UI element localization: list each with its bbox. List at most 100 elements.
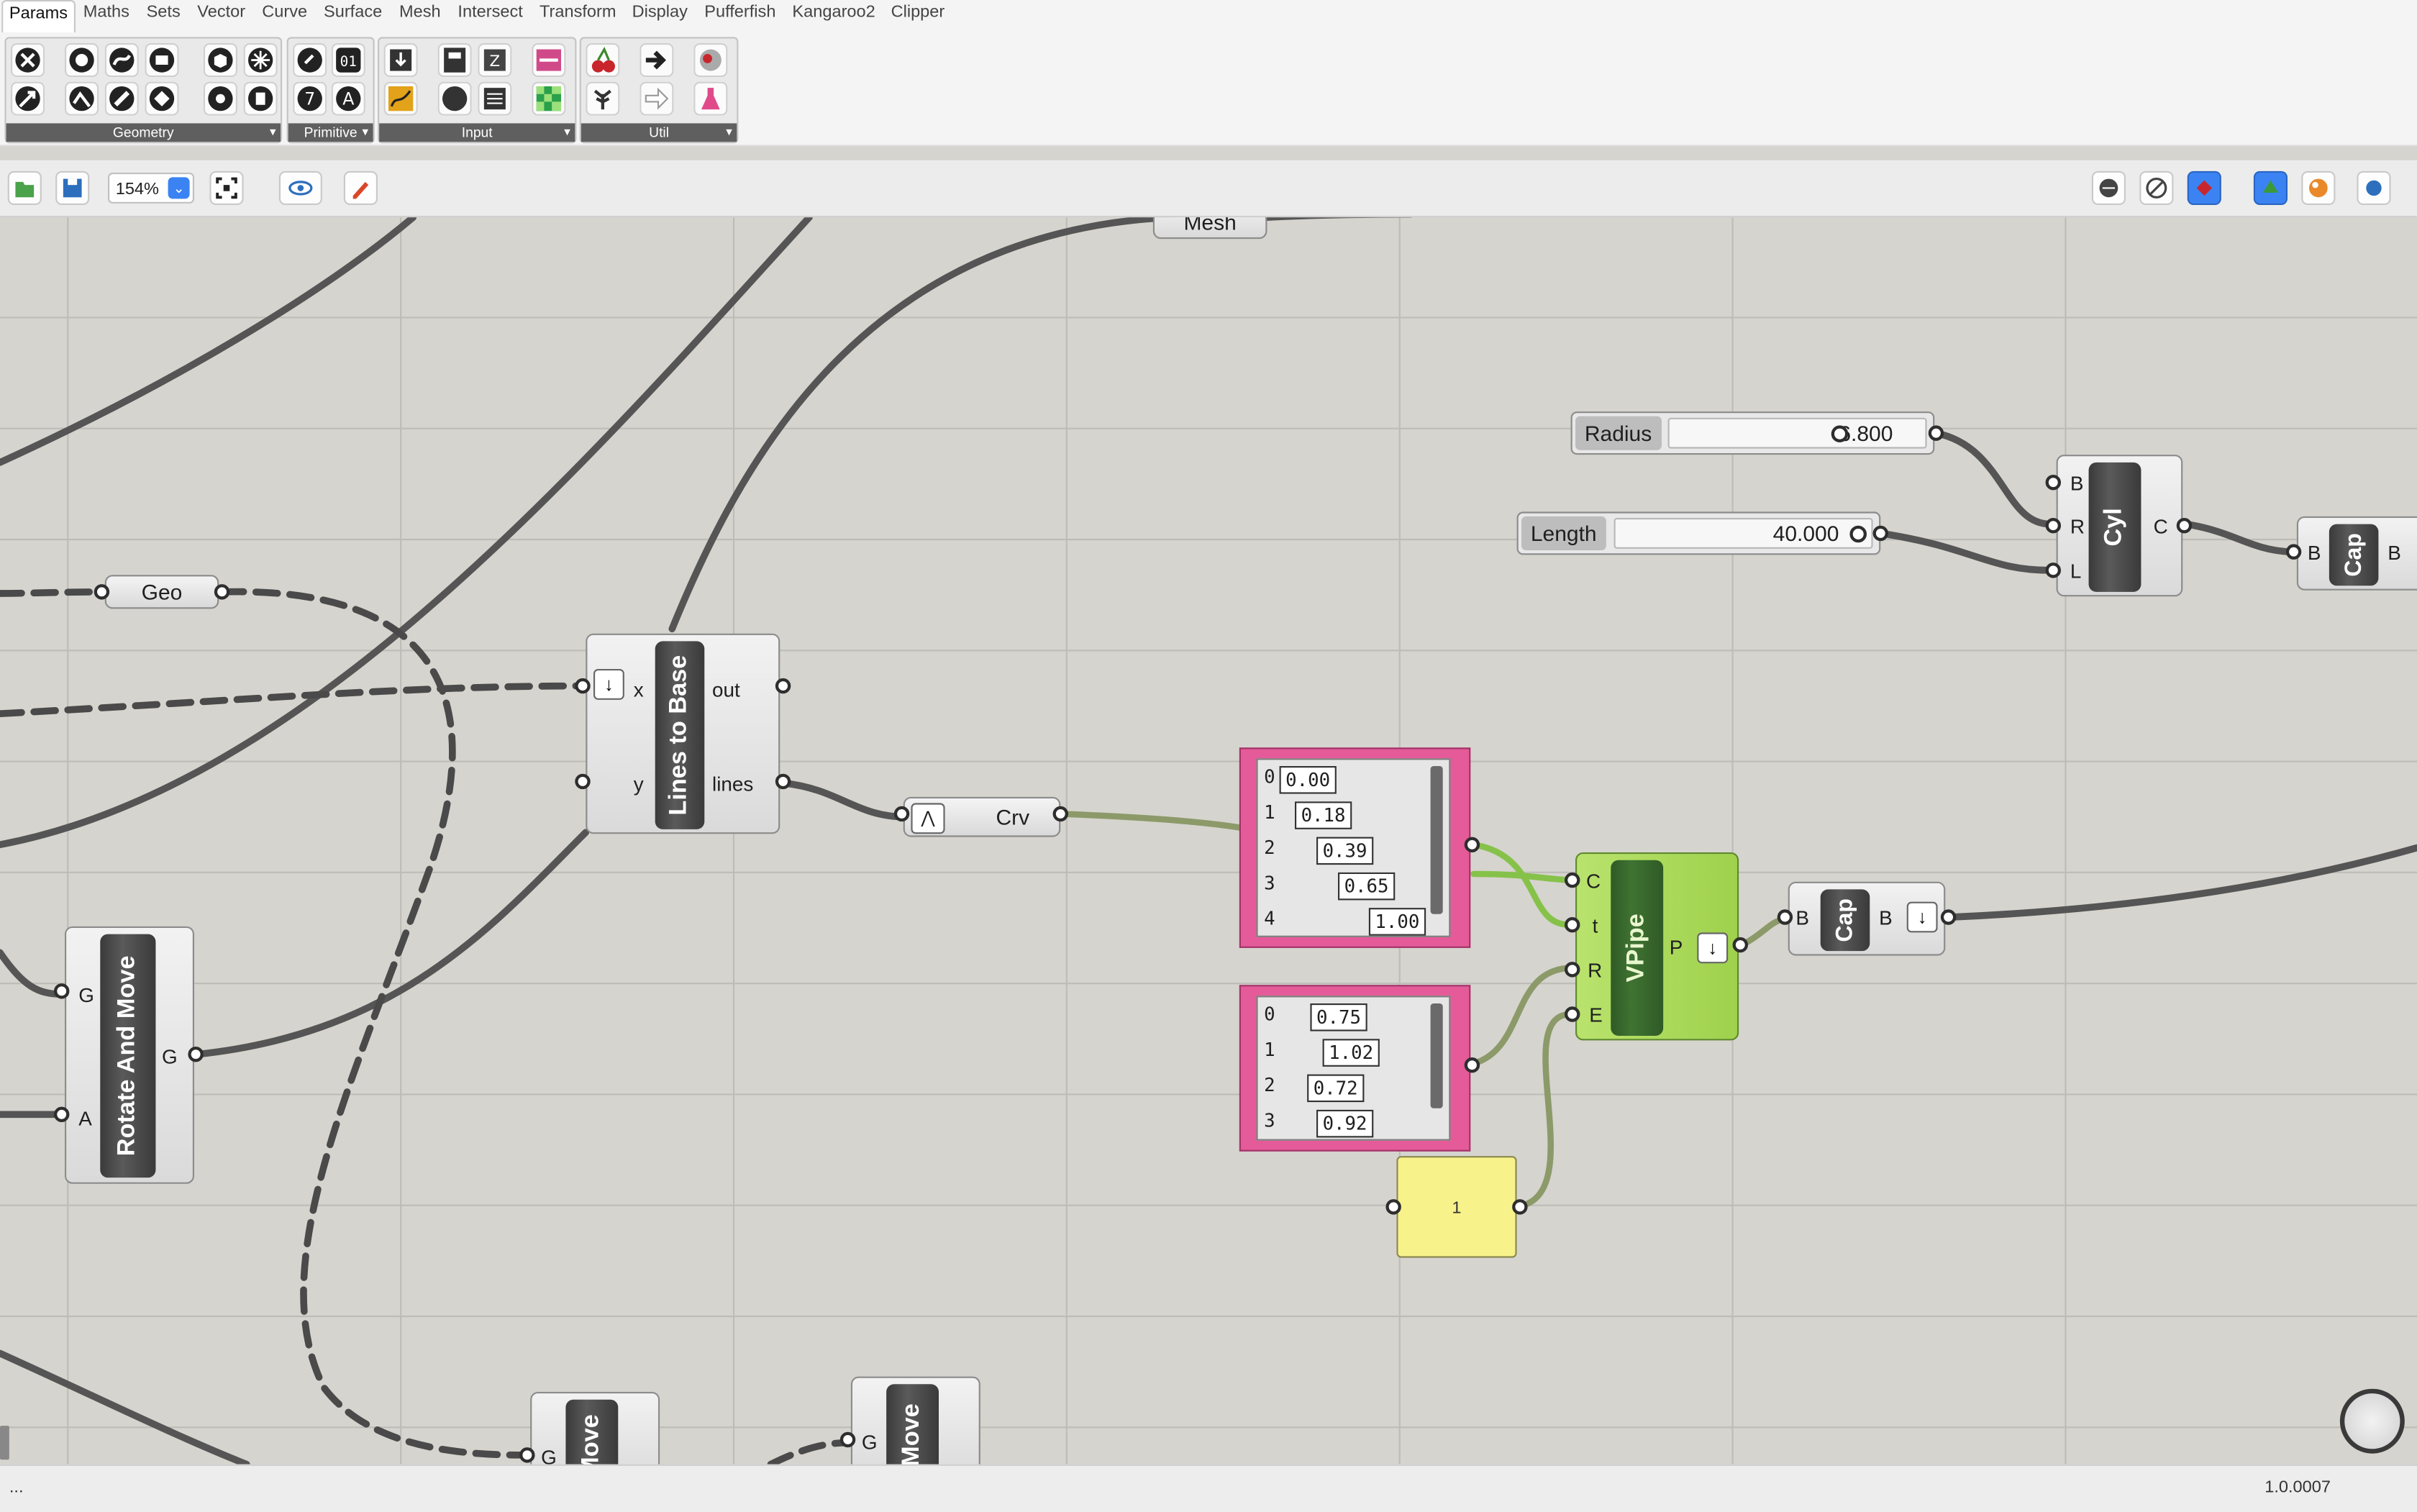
geometry-panel-label[interactable]: Geometry ▾	[6, 123, 281, 142]
brep-param-icon[interactable]	[104, 81, 139, 116]
tab-clipper[interactable]: Clipper	[891, 3, 945, 22]
input-panel-label[interactable]: Input ▾	[379, 123, 575, 142]
r-panel-output-grip[interactable]	[1464, 1057, 1480, 1073]
length-output-grip[interactable]	[1872, 525, 1888, 542]
tab-intersect[interactable]: Intersect	[458, 3, 522, 22]
arrow-down-icon[interactable]: ↓	[1697, 932, 1729, 964]
t-panel-output-grip[interactable]	[1464, 837, 1480, 852]
boolean-param-icon[interactable]	[293, 43, 327, 78]
arrow-down-icon[interactable]: ↓	[1906, 901, 1938, 933]
input-l[interactable]: L	[2070, 560, 2082, 583]
tab-vector[interactable]: Vector	[197, 3, 245, 22]
vpipe-c-grip[interactable]	[1565, 872, 1580, 888]
input-y[interactable]: y	[634, 773, 644, 796]
sketch-pen-icon[interactable]	[343, 170, 378, 205]
no-geometry-icon[interactable]	[11, 43, 45, 78]
r-panel-scrollbar[interactable]	[1430, 1003, 1443, 1108]
input-t[interactable]: t	[1593, 914, 1598, 937]
group-param-icon[interactable]	[243, 81, 278, 116]
input-e[interactable]: E	[1589, 1003, 1603, 1026]
circle-param-icon[interactable]	[65, 43, 99, 78]
zoom-select[interactable]: 154% ⌄	[108, 173, 194, 204]
crv-output-grip[interactable]	[1052, 806, 1068, 822]
lines-to-base-out-grip[interactable]	[775, 678, 791, 694]
vpipe-component[interactable]: C t R E VPipe P ↓	[1575, 852, 1739, 1041]
toggle-input-icon[interactable]: Z	[478, 43, 512, 78]
tab-display[interactable]: Display	[632, 3, 688, 22]
cyl-b-grip[interactable]	[2045, 475, 2061, 491]
util-panel-label[interactable]: Util ▾	[581, 123, 737, 142]
fitness-icon[interactable]	[693, 43, 728, 78]
length-slider-grip[interactable]	[1849, 525, 1867, 543]
field-param-icon[interactable]	[203, 81, 237, 116]
open-file-icon[interactable]	[7, 170, 42, 205]
rotate-move-a-grip[interactable]	[54, 1106, 70, 1122]
graph-mapper-icon[interactable]	[383, 81, 418, 116]
move1-g-grip[interactable]	[519, 1447, 535, 1463]
slider-input-icon[interactable]	[532, 43, 566, 78]
lines-to-base-component[interactable]: ↓ x y Lines to Base out lines	[586, 633, 780, 834]
cap-component-top[interactable]: B Cap B	[2296, 516, 2417, 591]
input-x[interactable]: x	[634, 678, 644, 701]
input-g[interactable]: G	[541, 1446, 557, 1465]
vpipe-p-grip[interactable]	[1732, 937, 1748, 953]
output-b[interactable]: B	[2388, 541, 2401, 564]
primitive-panel-label[interactable]: Primitive ▾	[288, 123, 373, 142]
tab-pufferfish[interactable]: Pufferfish	[704, 3, 775, 22]
number-panel[interactable]: 1	[1396, 1156, 1517, 1258]
panel-input-icon[interactable]	[437, 43, 472, 78]
lines-to-base-x-grip[interactable]	[575, 678, 591, 694]
preview-mesh-icon[interactable]	[2253, 170, 2288, 205]
preview-shaded-icon[interactable]	[2139, 170, 2174, 205]
text-param-icon[interactable]: A	[331, 81, 365, 116]
move-component-2[interactable]: G Move	[850, 1376, 980, 1465]
radius-slider-grip[interactable]	[1831, 425, 1849, 442]
preview-selected-icon[interactable]	[2187, 170, 2221, 205]
input-b[interactable]: B	[2308, 541, 2321, 564]
geo-output-grip[interactable]	[214, 584, 230, 600]
arrow-right-outline-icon[interactable]	[639, 81, 674, 116]
number-input-grip[interactable]	[1385, 1199, 1401, 1215]
cap-mid-b-out-grip[interactable]	[1940, 909, 1957, 925]
vector-param-icon[interactable]	[11, 81, 45, 116]
input-c[interactable]: C	[1586, 870, 1601, 893]
input-r[interactable]: R	[2070, 515, 2085, 538]
input-b[interactable]: B	[1795, 906, 1809, 929]
radius-slider[interactable]: Radius 6.800	[1570, 411, 1935, 455]
tab-kangaroo2[interactable]: Kangaroo2	[792, 3, 875, 22]
cap-mid-b-in-grip[interactable]	[1777, 909, 1793, 925]
move2-g-grip[interactable]	[839, 1431, 856, 1448]
tab-curve[interactable]: Curve	[262, 3, 307, 22]
r-values-panel[interactable]: 0 0.75 1 1.02 2 0.72 3 0.92	[1239, 985, 1471, 1152]
geo-param-node[interactable]: Geo	[104, 575, 219, 609]
snowflake-param-icon[interactable]	[243, 43, 278, 78]
flask-icon[interactable]	[693, 81, 728, 116]
tab-params[interactable]: Params	[1, 0, 76, 35]
canvas-scroll-nub[interactable]	[0, 1426, 9, 1460]
vpipe-r-grip[interactable]	[1565, 962, 1580, 978]
canvas-navigation-dial-icon[interactable]	[2339, 1388, 2405, 1454]
cherry-icon[interactable]	[586, 43, 620, 78]
grasshopper-canvas[interactable]: Mesh Geo ↓ x y Lines to Base out lines ⋀…	[0, 217, 2417, 1465]
rotate-move-out-grip[interactable]	[188, 1047, 204, 1062]
surface-param-icon[interactable]	[145, 43, 179, 78]
vpipe-e-grip[interactable]	[1565, 1006, 1580, 1022]
integer-param-icon[interactable]: 7	[293, 81, 327, 116]
length-slider[interactable]: Length 40.000	[1516, 511, 1881, 555]
tree-icon[interactable]	[586, 81, 620, 116]
input-a[interactable]: A	[78, 1107, 92, 1130]
output-b[interactable]: B	[1879, 906, 1893, 929]
box-param-icon[interactable]	[203, 43, 237, 78]
mesh-param-node[interactable]: Mesh	[1152, 217, 1267, 240]
tab-mesh[interactable]: Mesh	[399, 3, 441, 22]
geo-input-grip[interactable]	[94, 584, 110, 600]
curve-param-icon[interactable]	[104, 43, 139, 78]
vpipe-t-grip[interactable]	[1565, 917, 1580, 933]
tab-sets[interactable]: Sets	[147, 3, 181, 22]
crv-param-node[interactable]: ⋀ Crv	[903, 796, 1061, 837]
gradient-input-icon[interactable]	[532, 81, 566, 116]
t-panel-scrollbar[interactable]	[1430, 766, 1443, 914]
value-list-icon[interactable]	[478, 81, 512, 116]
input-g[interactable]: G	[862, 1431, 878, 1454]
output-lines[interactable]: lines	[712, 773, 753, 796]
